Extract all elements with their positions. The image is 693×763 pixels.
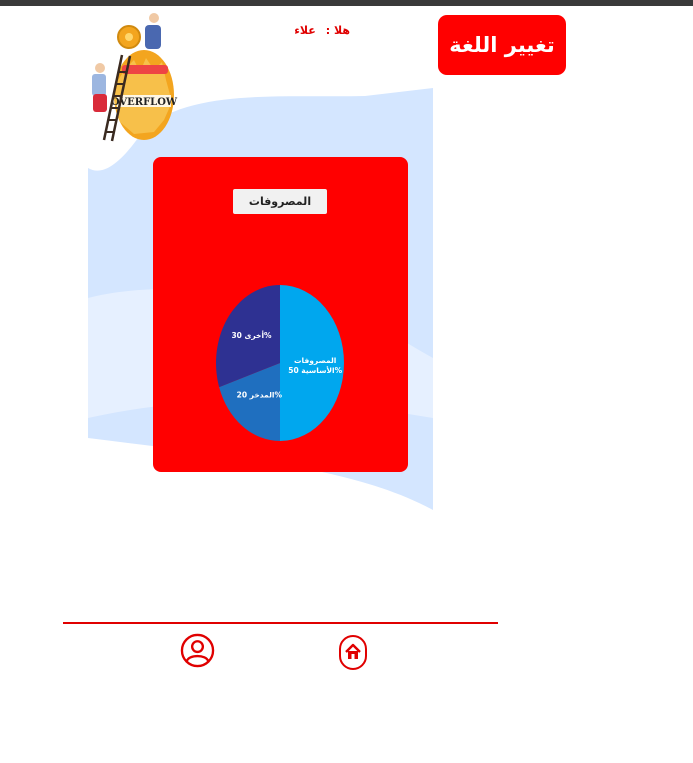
footer-divider xyxy=(63,622,498,624)
user-profile-icon[interactable] xyxy=(180,633,215,668)
expenses-panel: المصروفات المصروفات الأساسية 50% المدخر 20… xyxy=(153,157,408,472)
overflow-jar-logo: OVERFLOW xyxy=(92,13,178,142)
home-icon[interactable] xyxy=(338,634,368,671)
top-status-bar xyxy=(0,0,693,6)
user-greeting: هلا : علاء xyxy=(270,24,350,37)
user-name: علاء xyxy=(294,24,316,37)
pie-slice-label: المصروفات الأساسية 50% xyxy=(288,356,342,375)
greeting-label: هلا : xyxy=(325,24,350,37)
expenses-pie-chart: المصروفات الأساسية 50% المدخر 20% أخرى 30% xyxy=(216,285,344,441)
pie-slice-label: أخرى 30% xyxy=(231,330,272,340)
pie-slice-label: المدخر 20% xyxy=(237,391,283,400)
change-language-button[interactable]: تغيير اللغة xyxy=(438,15,566,75)
panel-title: المصروفات xyxy=(233,189,327,214)
